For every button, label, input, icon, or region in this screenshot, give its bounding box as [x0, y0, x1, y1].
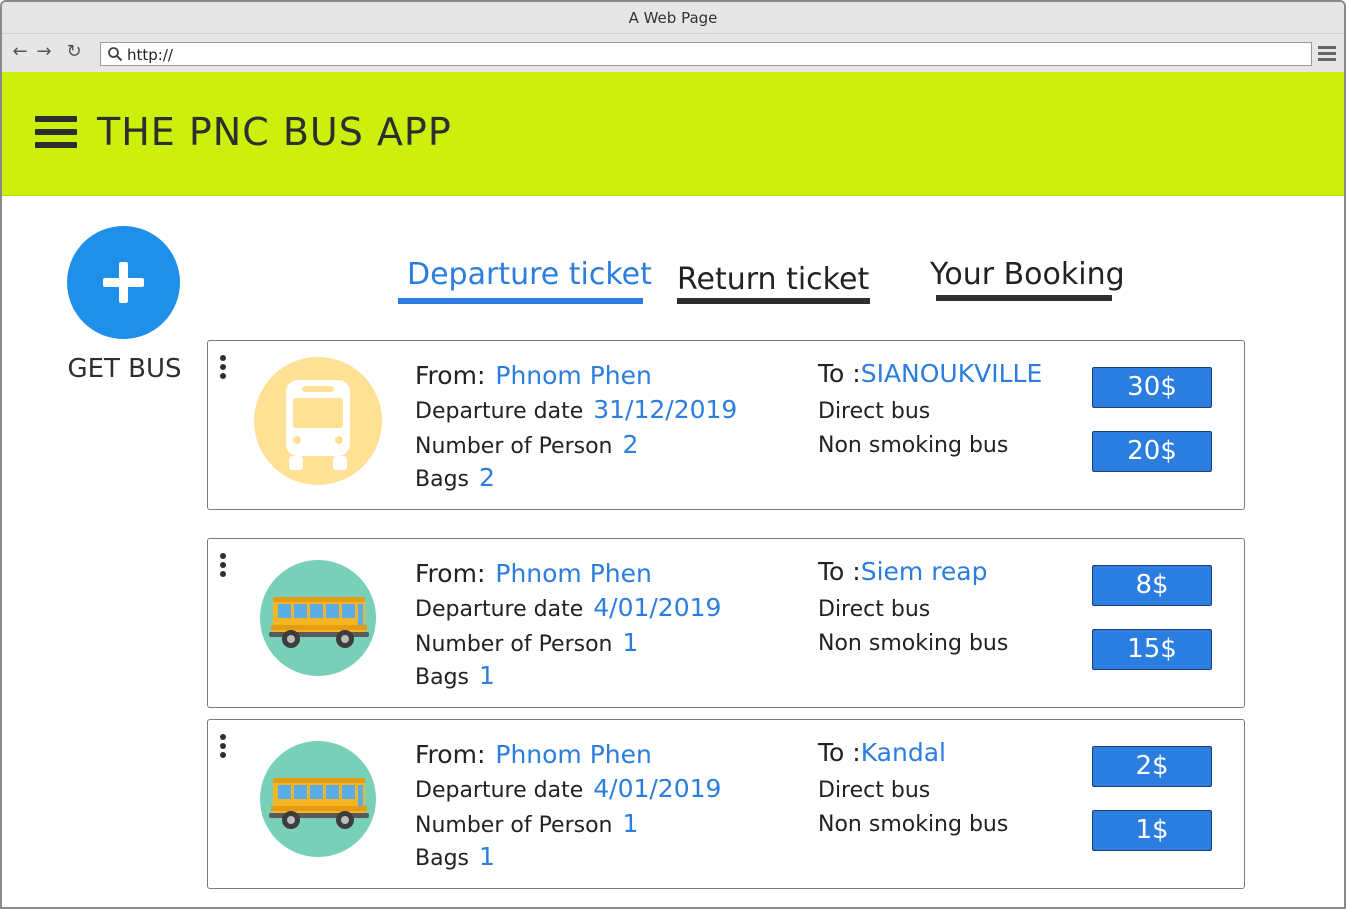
hamburger-menu-icon[interactable] — [35, 116, 77, 152]
browser-toolbar: ← → ↻ http:// — [2, 34, 1344, 72]
to-label: To : — [818, 359, 861, 388]
ticket-card[interactable]: From: Phnom Phen Departure date 4/01/2019 … — [207, 719, 1245, 889]
reload-icon[interactable]: ↻ — [64, 42, 84, 62]
plus-icon — [103, 262, 144, 303]
to-value: SIANOUKVILLE — [860, 359, 1043, 388]
date-field: Departure date 4/01/2019 — [415, 774, 721, 803]
persons-value: 2 — [622, 430, 639, 459]
bags-field: Bags 2 — [415, 463, 495, 492]
app-title: THE PNC BUS APP — [97, 110, 452, 154]
persons-label: Number of Person — [415, 434, 613, 459]
from-label: From: — [415, 740, 486, 769]
school-bus-icon — [260, 741, 376, 857]
browser-menu-icon[interactable] — [1318, 46, 1336, 62]
from-value: Phnom Phen — [495, 740, 652, 769]
from-label: From: — [415, 361, 486, 390]
persons-field: Number of Person 1 — [415, 809, 638, 838]
price-button[interactable]: 2$ — [1092, 746, 1212, 787]
back-arrow-icon[interactable]: ← — [10, 42, 30, 62]
app-header: THE PNC BUS APP — [2, 72, 1344, 196]
price-button[interactable]: 1$ — [1092, 810, 1212, 851]
persons-value: 1 — [622, 809, 639, 838]
from-field: From: Phnom Phen — [415, 740, 652, 769]
bags-label: Bags — [415, 467, 470, 492]
persons-field: Number of Person 2 — [415, 430, 638, 459]
search-icon — [108, 47, 123, 62]
feature-non-smoking: Non smoking bus — [818, 812, 1009, 837]
persons-field: Number of Person 1 — [415, 628, 638, 657]
date-label: Departure date — [415, 399, 584, 424]
feature-direct: Direct bus — [818, 399, 931, 424]
ticket-card[interactable]: From: Phnom Phen Departure date 31/12/2019… — [207, 340, 1245, 510]
forward-arrow-icon[interactable]: → — [34, 42, 54, 62]
to-field: To :SIANOUKVILLE — [818, 359, 1042, 388]
more-options-icon[interactable] — [220, 734, 228, 760]
ticket-card[interactable]: From: Phnom Phen Departure date 4/01/2019 … — [207, 538, 1245, 708]
address-bar[interactable]: http:// — [100, 42, 1312, 66]
bags-value: 2 — [479, 463, 495, 492]
feature-non-smoking: Non smoking bus — [818, 631, 1009, 656]
bags-field: Bags 1 — [415, 842, 495, 871]
date-label: Departure date — [415, 778, 584, 803]
from-label: From: — [415, 559, 486, 588]
address-bar-text: http:// — [127, 46, 173, 64]
date-label: Departure date — [415, 597, 584, 622]
tab-your-booking[interactable]: Your Booking — [930, 256, 1125, 294]
tab-booking-underline — [936, 295, 1112, 301]
tab-departure-underline — [398, 298, 643, 304]
persons-value: 1 — [622, 628, 639, 657]
from-field: From: Phnom Phen — [415, 361, 652, 390]
to-field: To :Siem reap — [818, 557, 988, 586]
persons-label: Number of Person — [415, 632, 613, 657]
price-button[interactable]: 8$ — [1092, 565, 1212, 606]
bags-value: 1 — [479, 661, 495, 690]
bags-value: 1 — [479, 842, 495, 871]
get-bus-button[interactable] — [67, 226, 180, 339]
date-value: 31/12/2019 — [593, 395, 738, 424]
get-bus-label: GET BUS — [67, 354, 182, 384]
tab-return-underline — [677, 298, 870, 304]
school-bus-icon — [260, 560, 376, 676]
tab-return-ticket[interactable]: Return ticket — [677, 261, 869, 299]
to-value: Kandal — [860, 738, 946, 767]
to-label: To : — [818, 557, 861, 586]
persons-label: Number of Person — [415, 813, 613, 838]
price-button[interactable]: 30$ — [1092, 367, 1212, 408]
date-value: 4/01/2019 — [593, 774, 722, 803]
from-value: Phnom Phen — [495, 361, 652, 390]
bags-label: Bags — [415, 846, 470, 871]
price-button[interactable]: 15$ — [1092, 629, 1212, 670]
to-label: To : — [818, 738, 861, 767]
feature-direct: Direct bus — [818, 778, 931, 803]
bags-field: Bags 1 — [415, 661, 495, 690]
to-field: To :Kandal — [818, 738, 946, 767]
window-title: A Web Page — [2, 2, 1344, 34]
more-options-icon[interactable] — [220, 355, 228, 381]
date-field: Departure date 4/01/2019 — [415, 593, 721, 622]
tab-departure-ticket[interactable]: Departure ticket — [407, 256, 652, 294]
bags-label: Bags — [415, 665, 470, 690]
from-field: From: Phnom Phen — [415, 559, 652, 588]
date-value: 4/01/2019 — [593, 593, 722, 622]
bus-front-icon — [254, 357, 382, 485]
date-field: Departure date 31/12/2019 — [415, 395, 737, 424]
from-value: Phnom Phen — [495, 559, 652, 588]
more-options-icon[interactable] — [220, 553, 228, 579]
browser-window: A Web Page ← → ↻ http:// THE PNC BUS APP… — [0, 0, 1346, 909]
feature-non-smoking: Non smoking bus — [818, 433, 1009, 458]
price-button[interactable]: 20$ — [1092, 431, 1212, 472]
feature-direct: Direct bus — [818, 597, 931, 622]
to-value: Siem reap — [860, 557, 988, 586]
